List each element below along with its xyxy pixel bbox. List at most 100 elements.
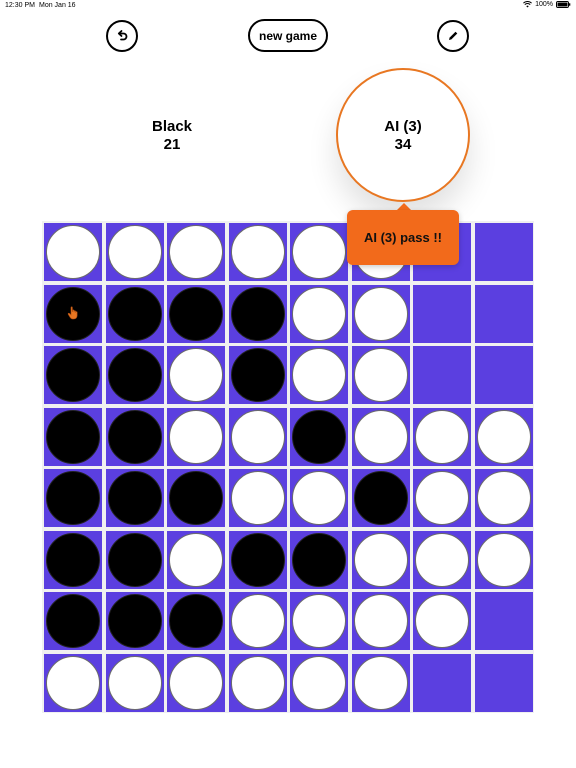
- board-cell[interactable]: [474, 469, 533, 527]
- board-cell[interactable]: [290, 407, 348, 466]
- board-cell[interactable]: [167, 346, 225, 404]
- board-cell[interactable]: [413, 592, 471, 650]
- board-cell[interactable]: [474, 346, 533, 404]
- board-cell[interactable]: [290, 284, 348, 343]
- board-cell[interactable]: [167, 284, 225, 343]
- status-bar: 12:30 PM Mon Jan 16 100%: [0, 0, 576, 12]
- wifi-icon: [523, 1, 533, 8]
- black-disc: [169, 594, 223, 648]
- pencil-icon: [449, 31, 458, 40]
- board-cell[interactable]: [351, 469, 410, 527]
- white-disc: [415, 409, 469, 464]
- black-disc: [292, 532, 346, 587]
- board-cell[interactable]: [351, 653, 410, 712]
- white-disc: [353, 286, 408, 341]
- board-cell[interactable]: [228, 223, 287, 281]
- board-cell[interactable]: [44, 223, 102, 281]
- board-cell[interactable]: [105, 346, 164, 404]
- board-cell[interactable]: [228, 530, 287, 589]
- board-cell[interactable]: [228, 592, 287, 650]
- board-cell[interactable]: [413, 284, 471, 343]
- board-cell[interactable]: [351, 592, 410, 650]
- white-disc: [415, 532, 469, 587]
- black-disc: [107, 409, 162, 464]
- board-cell[interactable]: [228, 407, 287, 466]
- white-disc: [292, 286, 346, 341]
- black-disc: [46, 532, 100, 587]
- board-cell[interactable]: [351, 284, 410, 343]
- board-cell[interactable]: [105, 407, 164, 466]
- white-disc: [353, 348, 408, 402]
- board-cell[interactable]: [474, 653, 533, 712]
- board-cell[interactable]: [44, 407, 102, 466]
- white-disc: [353, 594, 408, 648]
- board-cell[interactable]: [413, 407, 471, 466]
- board-cell[interactable]: [228, 284, 287, 343]
- board-cell[interactable]: [105, 530, 164, 589]
- board-cell[interactable]: [105, 469, 164, 527]
- black-disc: [169, 471, 223, 525]
- board-cell[interactable]: [351, 407, 410, 466]
- board-cell[interactable]: [167, 653, 225, 712]
- white-disc: [292, 348, 346, 402]
- board-cell[interactable]: [290, 592, 348, 650]
- black-disc: [353, 471, 408, 525]
- board-cell[interactable]: [413, 346, 471, 404]
- white-disc: [46, 655, 100, 710]
- white-disc: [169, 409, 223, 464]
- white-disc: [46, 225, 100, 279]
- new-game-button[interactable]: new game: [248, 19, 328, 52]
- board-cell[interactable]: [290, 530, 348, 589]
- board-cell[interactable]: [474, 407, 533, 466]
- white-disc: [230, 225, 285, 279]
- black-disc: [230, 348, 285, 402]
- white-disc: [169, 225, 223, 279]
- black-player-name: Black: [151, 118, 193, 135]
- board-cell[interactable]: [105, 592, 164, 650]
- board-cell[interactable]: [290, 469, 348, 527]
- board-cell[interactable]: [290, 223, 348, 281]
- undo-button[interactable]: [106, 20, 138, 52]
- board-cell[interactable]: [44, 592, 102, 650]
- board-cell[interactable]: [413, 653, 471, 712]
- board-cell[interactable]: [105, 223, 164, 281]
- board-cell[interactable]: [167, 223, 225, 281]
- black-score: Black 21: [122, 118, 222, 154]
- black-disc: [107, 286, 162, 341]
- board-cell[interactable]: [228, 469, 287, 527]
- board-cell[interactable]: [44, 653, 102, 712]
- board-cell[interactable]: [351, 346, 410, 404]
- black-disc: [107, 348, 162, 402]
- board-cell[interactable]: [413, 530, 471, 589]
- pass-tooltip: AI (3) pass !!: [347, 210, 459, 265]
- board-cell[interactable]: [167, 592, 225, 650]
- board-cell[interactable]: [290, 346, 348, 404]
- white-disc: [169, 532, 223, 587]
- white-disc: [107, 655, 162, 710]
- board-cell[interactable]: [167, 530, 225, 589]
- board-cell[interactable]: [105, 284, 164, 343]
- board-cell[interactable]: [228, 653, 287, 712]
- black-disc: [169, 286, 223, 341]
- board-cell[interactable]: [228, 346, 287, 404]
- board-cell[interactable]: [290, 653, 348, 712]
- board-cell[interactable]: [413, 469, 471, 527]
- board-cell[interactable]: [167, 469, 225, 527]
- board-cell[interactable]: [474, 284, 533, 343]
- board-cell[interactable]: [167, 407, 225, 466]
- ai-score: AI (3) 34: [353, 118, 453, 154]
- board-cell[interactable]: [105, 653, 164, 712]
- board-cell[interactable]: [44, 469, 102, 527]
- white-disc: [107, 225, 162, 279]
- board-cell[interactable]: [351, 530, 410, 589]
- edit-button[interactable]: [437, 20, 469, 52]
- board-cell[interactable]: [474, 223, 533, 281]
- white-disc: [476, 409, 531, 464]
- black-disc: [46, 471, 100, 525]
- status-time: 12:30 PM: [5, 2, 35, 9]
- board-cell[interactable]: [44, 346, 102, 404]
- board-cell[interactable]: [474, 592, 533, 650]
- white-disc: [353, 532, 408, 587]
- board-cell[interactable]: [44, 530, 102, 589]
- board-cell[interactable]: [474, 530, 533, 589]
